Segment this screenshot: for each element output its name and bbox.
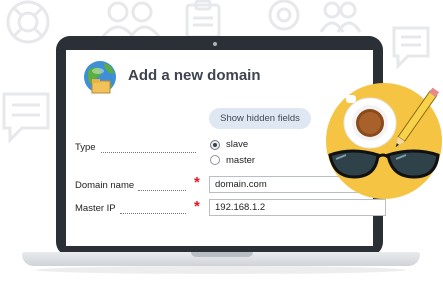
chat-bubble-icon [392,26,430,70]
globe-icon [84,61,116,94]
type-label: Type [75,142,96,153]
coffee-glasses-sticker [326,83,442,199]
users-icon [100,1,162,39]
users-icon [319,1,362,33]
show-hidden-fields-button[interactable]: Show hidden fields [209,108,311,129]
ip-leader-dots [120,213,186,214]
domain-name-label: Domain name [75,180,135,191]
lifebuoy-icon [268,0,300,31]
type-leader-dots [101,152,196,153]
master-ip-label: Master IP [75,203,116,214]
type-radio-slave[interactable] [210,140,220,150]
domain-leader-dots [138,190,186,191]
ip-required-mark: * [194,198,200,215]
clipboard-icon [185,0,221,39]
master-ip-input[interactable]: 192.168.1.2 [209,199,386,216]
laptop-base-notch [191,252,253,257]
laptop-shadow [36,266,406,274]
type-radio-master[interactable] [210,155,220,165]
laptop-camera [213,42,217,46]
type-option-master-label: master [226,155,256,166]
lifebuoy-icon [6,0,50,44]
type-option-slave-label: slave [226,139,249,150]
domain-required-mark: * [194,174,200,191]
chat-bubble-icon [2,92,50,144]
page-title: Add a new domain [128,67,261,84]
